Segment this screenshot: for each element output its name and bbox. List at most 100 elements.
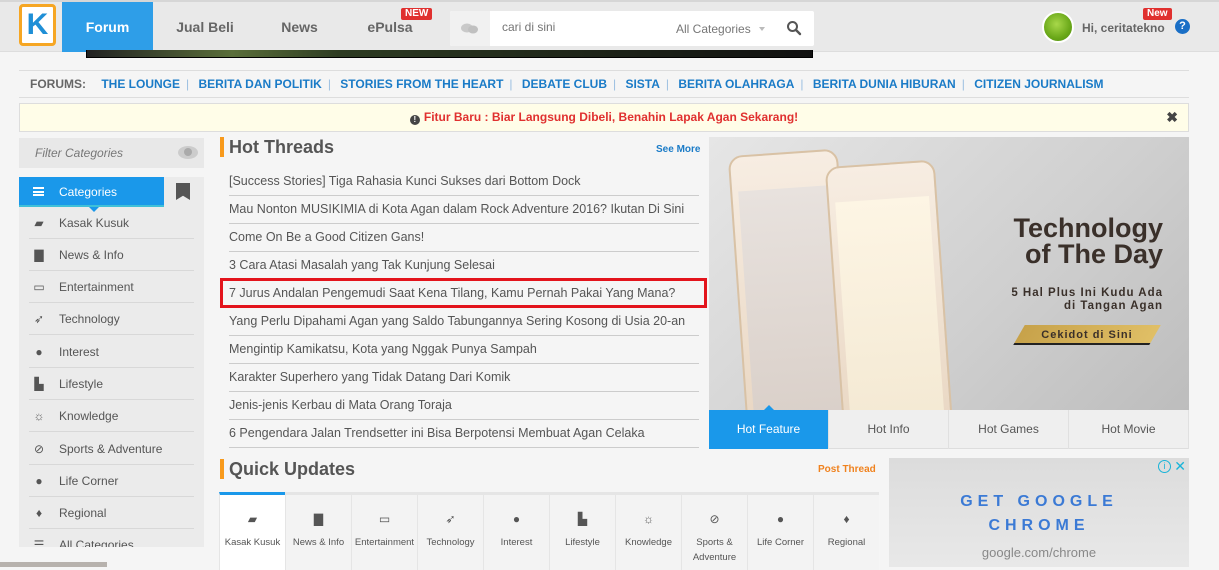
qu-tab-regional[interactable]: ♦ Regional (813, 495, 879, 570)
sidebar-item-regional[interactable]: ♦ Regional (29, 497, 194, 529)
apple-icon: ● (35, 474, 43, 488)
tab-hot-games[interactable]: Hot Games (949, 410, 1069, 449)
forum-link-sista[interactable]: SISTA (619, 77, 665, 91)
divider: | (509, 77, 513, 91)
forums-label: FORUMS: (30, 77, 86, 91)
nav-epulsa-label: ePulsa (367, 19, 413, 35)
bookmark-icon[interactable] (176, 183, 190, 200)
briefcase-icon: ▇ (313, 512, 324, 526)
thread-link[interactable]: Mengintip Kamikatsu, Kota yang Nggak Pun… (229, 336, 699, 364)
sidebar-item-label: News & Info (59, 248, 124, 262)
qu-tab-technology[interactable]: ➶ Technology (417, 495, 483, 570)
qu-tab-life-corner[interactable]: ● Life Corner (747, 495, 813, 570)
tab-categories[interactable]: Categories (19, 177, 164, 212)
qu-tab-entertainment[interactable]: ▭ Entertainment (351, 495, 417, 570)
divider: | (186, 77, 190, 91)
forums-bar: FORUMS: THE LOUNGE | BERITA DAN POLITIK | … (19, 70, 1189, 98)
chat-toggle[interactable] (450, 11, 490, 46)
nav-jual-beli[interactable]: Jual Beli (160, 2, 250, 52)
cekidot-label: Cekidot di Sini (1041, 329, 1133, 341)
thread-link[interactable]: 3 Cara Atasi Masalah yang Tak Kunjung Se… (229, 252, 699, 280)
list-icon (33, 187, 44, 196)
divider: | (800, 77, 804, 91)
tab-hot-movie[interactable]: Hot Movie (1069, 410, 1189, 449)
qu-tab-label: Life Corner (757, 537, 804, 548)
forum-link-citizen-journalism[interactable]: CITIZEN JOURNALISM (968, 77, 1109, 91)
palette-icon: ● (512, 512, 521, 526)
nav-news[interactable]: News (262, 2, 337, 52)
sidebar-item-label: Technology (59, 312, 120, 326)
thread-link[interactable]: Yang Perlu Dipahami Agan yang Saldo Tabu… (229, 308, 699, 336)
thread-link[interactable]: 6 Pengendara Jalan Trendsetter ini Bisa … (229, 420, 699, 448)
filter-placeholder: Filter Categories (35, 146, 124, 160)
sidebar-item-label: Regional (59, 506, 107, 520)
sidebar-item-kasak-kusuk[interactable]: ▰ Kasak Kusuk (29, 207, 194, 239)
sidebar-item-label: Life Corner (59, 474, 119, 488)
forum-link-stories-from-the-heart[interactable]: STORIES FROM THE HEART (334, 77, 509, 91)
sidebar-item-entertainment[interactable]: ▭ Entertainment (29, 271, 194, 303)
google-chrome-ad[interactable]: GET GOOGLE CHROME google.com/chrome i ✕ (889, 458, 1189, 567)
category-select[interactable]: All Categories (676, 22, 751, 36)
qu-tab-news-info[interactable]: ▇ News & Info (285, 495, 351, 570)
quick-updates-tabs: ▰ Kasak Kusuk ▇ News & Info ▭ Entertainment… (219, 492, 879, 570)
sidebar-item-sports-adventure[interactable]: ⊘ Sports & Adventure (29, 433, 194, 465)
top-navbar: K Forum Jual Beli News ePulsa NEW All Ca… (0, 0, 1219, 52)
forum-link-the-lounge[interactable]: THE LOUNGE (95, 77, 186, 91)
hot-feature-banner[interactable]: Technology of The Day 5 Hal Plus Ini Kud… (709, 137, 1189, 410)
sidebar-item-news-info[interactable]: ▇ News & Info (29, 239, 194, 271)
user-greeting[interactable]: Hi, ceritatekno (1082, 21, 1165, 35)
forum-link-berita-olahraga[interactable]: BERITA OLAHRAGA (672, 77, 800, 91)
sidebar-item-knowledge[interactable]: ☼ Knowledge (29, 400, 194, 432)
forum-link-berita-dan-politik[interactable]: BERITA DAN POLITIK (192, 77, 327, 91)
sidebar-item-all-categories[interactable]: ☰ All Categories (29, 529, 194, 547)
eye-icon[interactable] (178, 146, 198, 159)
hero-tabs: Hot Feature Hot Info Hot Games Hot Movie (709, 405, 1189, 449)
rocket-icon: ➶ (445, 512, 456, 526)
qu-tab-lifestyle[interactable]: ▙ Lifestyle (549, 495, 615, 570)
thread-link-highlighted[interactable]: 7 Jurus Andalan Pengemudi Saat Kena Tila… (220, 278, 707, 308)
notice-banner[interactable]: ! Fitur Baru : Biar Langsung Dibeli, Bena… (19, 103, 1189, 132)
search-input[interactable] (502, 20, 652, 34)
forum-link-berita-dunia-hiburan[interactable]: BERITA DUNIA HIBURAN (807, 77, 962, 91)
thread-link[interactable]: Karakter Superhero yang Tidak Datang Dar… (229, 364, 699, 392)
qu-tab-knowledge[interactable]: ☼ Knowledge (615, 495, 681, 570)
sidebar-item-life-corner[interactable]: ● Life Corner (29, 465, 194, 497)
forum-link-debate-club[interactable]: DEBATE CLUB (516, 77, 613, 91)
notice-text[interactable]: Fitur Baru : Biar Langsung Dibeli, Benah… (424, 110, 798, 124)
thread-link[interactable]: Mau Nonton MUSIKIMIA di Kota Agan dalam … (229, 196, 699, 224)
thread-link[interactable]: [Success Stories] Tiga Rahasia Kunci Suk… (229, 168, 699, 196)
hero-title-line2: of The Day (1024, 239, 1163, 269)
tab-hot-info[interactable]: Hot Info (829, 410, 949, 449)
sidebar-item-interest[interactable]: ● Interest (29, 336, 194, 368)
ad-headline: GET GOOGLE CHROME (889, 490, 1189, 538)
phone-image (824, 159, 954, 410)
qu-tab-interest[interactable]: ● Interest (483, 495, 549, 570)
kaskus-logo[interactable]: K (19, 4, 56, 46)
qu-tab-kasak-kusuk[interactable]: ▰ Kasak Kusuk (219, 492, 285, 570)
thread-link[interactable]: Jenis-jenis Kerbau di Mata Orang Toraja (229, 392, 699, 420)
chevron-down-icon[interactable] (759, 27, 765, 31)
help-icon[interactable]: ? (1175, 19, 1190, 34)
post-thread-link[interactable]: Post Thread (818, 464, 876, 475)
filter-categories-input[interactable]: Filter Categories (19, 138, 204, 168)
search-bar: All Categories (450, 11, 814, 46)
compass-icon: ⊘ (33, 442, 45, 456)
ad-info-icon[interactable]: i (1158, 460, 1171, 473)
see-more-link[interactable]: See More (656, 144, 700, 155)
sidebar-item-lifestyle[interactable]: ▙ Lifestyle (29, 368, 194, 400)
user-avatar[interactable] (1042, 11, 1074, 43)
hero-subtitle: 5 Hal Plus Ini Kudu Ada di Tangan Agan (1011, 287, 1163, 313)
cekidot-button[interactable]: Cekidot di Sini (1013, 325, 1161, 345)
thread-link[interactable]: Come On Be a Good Citizen Gans! (229, 224, 699, 252)
qu-tab-sports-adventure[interactable]: ⊘ Sports & Adventure (681, 495, 747, 570)
sidebar-item-label: Lifestyle (59, 377, 104, 391)
horizontal-scrollbar[interactable] (0, 562, 107, 567)
nav-forum[interactable]: Forum (62, 2, 153, 52)
sidebar-item-technology[interactable]: ➶ Technology (29, 303, 194, 335)
qu-tab-label: Knowledge (624, 537, 672, 548)
close-icon[interactable]: ✖ (1166, 104, 1178, 131)
tab-hot-feature[interactable]: Hot Feature (709, 405, 829, 449)
search-icon[interactable] (786, 20, 802, 36)
ad-close-icon[interactable]: ✕ (1174, 458, 1186, 475)
tv-icon: ▭ (378, 512, 391, 526)
